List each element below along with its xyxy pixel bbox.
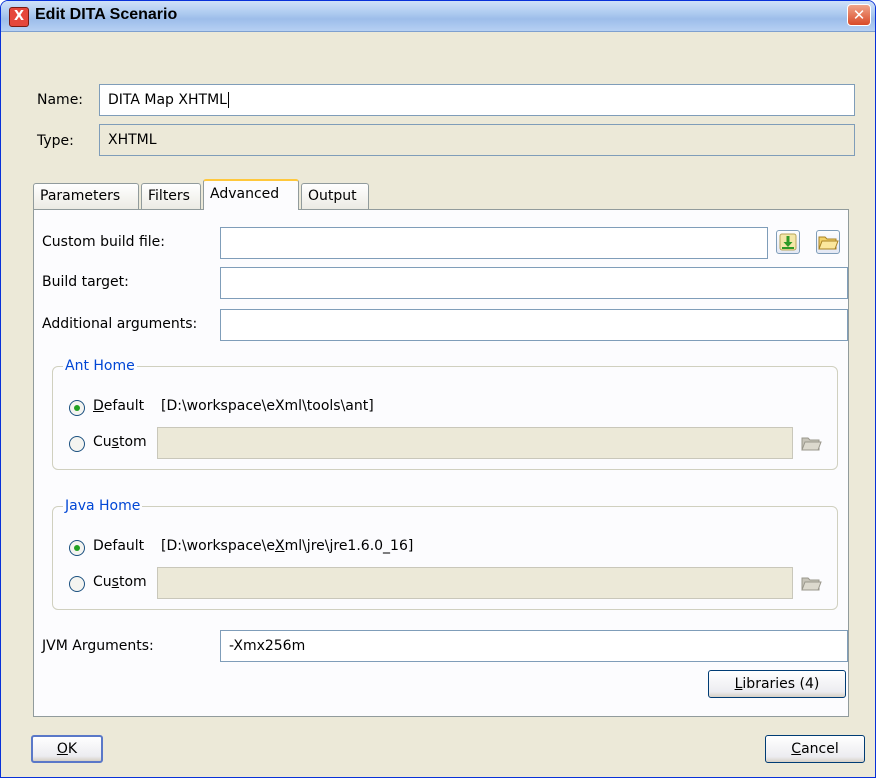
insert-editor-variable-button[interactable] — [776, 230, 800, 254]
java-home-custom-radio[interactable] — [69, 576, 85, 592]
tab-output[interactable]: Output — [301, 183, 369, 209]
close-button[interactable]: ✕ — [847, 4, 871, 26]
name-input-value: DITA Map XHTML — [108, 92, 227, 108]
ant-home-browse-button[interactable] — [799, 431, 823, 455]
ant-home-custom-label[interactable]: Custom — [93, 434, 147, 450]
build-target-label: Build target: — [42, 274, 129, 290]
name-label: Name: — [37, 92, 84, 108]
folder-open-icon — [801, 577, 822, 591]
ant-home-default-path: [D:\workspace\eXml\tools\ant] — [161, 398, 374, 414]
dialog-window: X Edit DITA Scenario ✕ Name: DITA Map XH… — [0, 0, 876, 778]
build-target-input[interactable] — [220, 267, 848, 299]
ant-home-custom-input[interactable] — [157, 427, 793, 459]
tab-advanced[interactable]: Advanced — [203, 179, 299, 210]
ant-home-custom-radio[interactable] — [69, 436, 85, 452]
java-home-custom-label[interactable]: Custom — [93, 574, 147, 590]
advanced-panel: Custom build file: Build target: Additio… — [33, 209, 849, 717]
java-home-default-radio[interactable] — [69, 540, 85, 556]
type-field-value: XHTML — [108, 132, 157, 148]
ok-button[interactable]: OK — [31, 735, 103, 763]
folder-open-icon — [818, 236, 839, 250]
java-home-legend: Java Home — [63, 498, 143, 514]
type-label: Type: — [37, 133, 74, 149]
name-input[interactable]: DITA Map XHTML — [99, 84, 855, 116]
additional-arguments-label: Additional arguments: — [42, 316, 198, 332]
jvm-arguments-input[interactable]: -Xmx256m — [220, 630, 848, 662]
cancel-button[interactable]: Cancel — [765, 735, 865, 763]
close-icon: ✕ — [852, 6, 866, 24]
custom-build-file-label: Custom build file: — [42, 234, 165, 250]
additional-arguments-input[interactable] — [220, 309, 848, 341]
jvm-arguments-label: JVM Arguments: — [42, 638, 154, 654]
title-bar[interactable]: X Edit DITA Scenario ✕ — [1, 1, 875, 32]
java-home-default-label[interactable]: Default — [93, 538, 144, 554]
folder-open-icon — [801, 437, 822, 451]
app-icon: X — [9, 7, 29, 27]
tab-filters[interactable]: Filters — [141, 183, 201, 209]
browse-build-file-button[interactable] — [816, 230, 840, 254]
ant-home-default-radio[interactable] — [69, 400, 85, 416]
type-field: XHTML — [99, 124, 855, 156]
ant-home-legend: Ant Home — [63, 358, 137, 374]
tab-parameters[interactable]: Parameters — [33, 183, 139, 209]
java-home-default-path: [D:\workspace\eXml\jre\jre1.6.0_16] — [161, 538, 414, 554]
java-home-browse-button[interactable] — [799, 571, 823, 595]
jvm-arguments-value: -Xmx256m — [229, 638, 306, 654]
java-home-custom-input[interactable] — [157, 567, 793, 599]
dialog-title: Edit DITA Scenario — [35, 6, 178, 23]
java-home-group: Java Home Default [D:\workspace\eXml\jre… — [52, 498, 838, 610]
custom-build-file-input[interactable] — [220, 227, 768, 259]
ant-home-group: Ant Home Default [D:\workspace\eXml\tool… — [52, 358, 838, 470]
ant-home-default-label[interactable]: Default — [93, 398, 144, 414]
download-icon — [779, 233, 797, 251]
libraries-button[interactable]: Libraries (4) — [708, 670, 846, 698]
